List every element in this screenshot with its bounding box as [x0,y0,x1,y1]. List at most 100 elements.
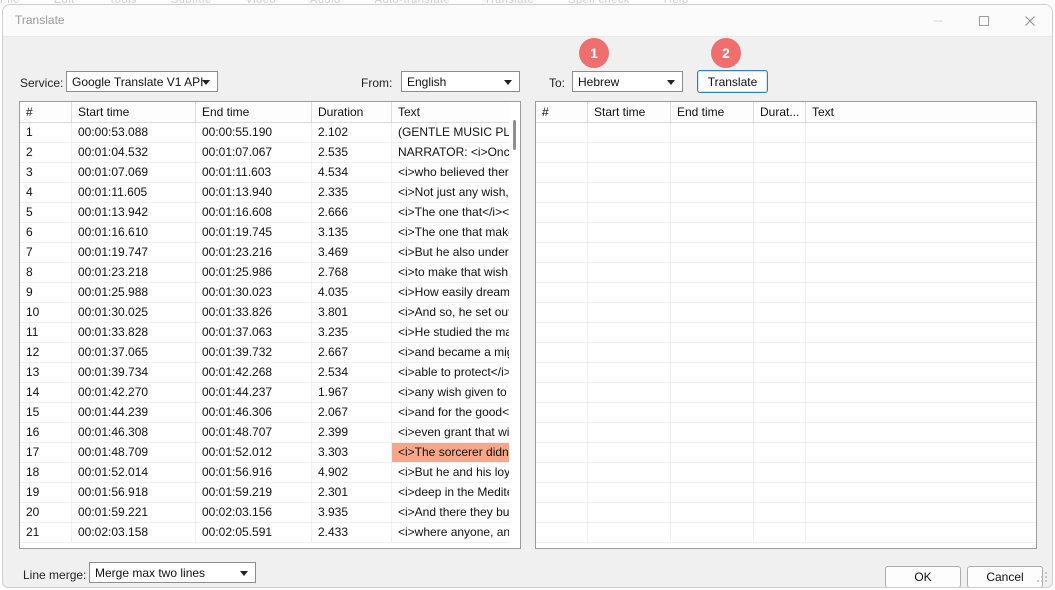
cell-text: <i>deep in the Mediter... [398,485,520,499]
table-row[interactable] [536,143,1036,163]
table-row[interactable]: 7 00:01:19.747 00:01:23.216 3.469 <i>But he … [20,243,520,263]
translate-button[interactable]: Translate [697,70,768,93]
service-select[interactable]: Google Translate V1 API [66,71,218,92]
source-table-body[interactable]: 1 00:00:53.088 00:00:55.190 2.102 (GENTLE MU… [20,123,520,548]
table-row[interactable] [536,523,1036,543]
minimize-icon [933,20,942,21]
table-row[interactable] [536,283,1036,303]
column-header-text[interactable]: Text [806,102,1036,123]
table-row[interactable]: 5 00:01:13.942 00:01:16.608 2.666 <i>The one… [20,203,520,223]
table-row[interactable]: 12 00:01:37.065 00:01:39.732 2.667 <i>and be… [20,343,520,363]
table-row[interactable] [536,223,1036,243]
column-header-durat-[interactable]: Durat... [754,102,806,123]
cell-empty [806,523,1036,542]
cell-end: 00:01:56.916 [196,463,312,482]
cell-empty [671,123,754,142]
close-button[interactable] [1007,5,1052,36]
table-row[interactable] [536,323,1036,343]
table-row[interactable]: 8 00:01:23.218 00:01:25.986 2.768 <i>to make… [20,263,520,283]
cell-empty [588,303,671,322]
table-row[interactable] [536,123,1036,143]
from-language-select[interactable]: English [401,71,520,92]
resize-grip[interactable] [1037,572,1049,584]
table-row[interactable] [536,463,1036,483]
table-row[interactable] [536,483,1036,503]
cell-empty [754,323,806,342]
cell-empty [536,303,588,322]
source-subtitle-table[interactable]: # Start time End time Duration Text 1 00:00:5… [19,101,521,549]
chevron-down-icon [202,80,210,85]
cell-dur: 3.935 [312,503,392,522]
cell-start: 00:01:42.270 [72,383,196,402]
table-row[interactable]: 18 00:01:52.014 00:01:56.916 4.902 <i>But he… [20,463,520,483]
target-subtitle-table[interactable]: # Start time End time Durat... Text [535,101,1037,549]
cell-dur: 2.768 [312,263,392,282]
cell-start: 00:01:56.918 [72,483,196,502]
cell-text: <i>any wish given to h... [398,385,520,399]
table-row[interactable] [536,443,1036,463]
to-language-select[interactable]: Hebrew [572,71,683,92]
cancel-button[interactable]: Cancel [967,566,1043,587]
table-row[interactable]: 21 00:02:03.158 00:02:05.591 2.433 <i>where … [20,523,520,543]
cell-empty [671,463,754,482]
table-row[interactable] [536,383,1036,403]
cell-empty [754,363,806,382]
table-row[interactable]: 3 00:01:07.069 00:01:11.603 4.534 <i>who bel… [20,163,520,183]
target-table-body[interactable] [536,123,1036,548]
table-row[interactable]: 10 00:01:30.025 00:01:33.826 3.801 <i>And so… [20,303,520,323]
table-row[interactable] [536,243,1036,263]
ok-button[interactable]: OK [885,566,961,587]
table-row[interactable]: 11 00:01:33.828 00:01:37.063 3.235 <i>He stu… [20,323,520,343]
cell-end: 00:01:44.237 [196,383,312,402]
minimize-button[interactable] [915,5,960,36]
table-row[interactable]: 16 00:01:46.308 00:01:48.707 2.399 <i>even g… [20,423,520,443]
table-row[interactable] [536,423,1036,443]
table-row[interactable]: 1 00:00:53.088 00:00:55.190 2.102 (GENTLE MU… [20,123,520,143]
translate-dialog: Translate Service: Google Translate V1 A… [2,4,1053,588]
table-row[interactable] [536,263,1036,283]
table-row[interactable] [536,363,1036,383]
table-row[interactable]: 14 00:01:42.270 00:01:44.237 1.967 <i>any wi… [20,383,520,403]
cell-end: 00:01:19.745 [196,223,312,242]
cell-end: 00:01:11.603 [196,163,312,182]
cell-text: (GENTLE MUSIC PLAYI... [398,125,520,139]
cell-dur: 2.102 [312,123,392,142]
column-header-end-time[interactable]: End time [671,102,754,123]
cell-empty [536,403,588,422]
cell-dur: 1.967 [312,383,392,402]
column-header-end-time[interactable]: End time [196,102,312,123]
cell-empty [806,303,1036,322]
table-row[interactable] [536,503,1036,523]
table-row[interactable]: 20 00:01:59.221 00:02:03.156 3.935 <i>And th… [20,503,520,523]
cell-empty [671,483,754,502]
cell-empty [536,183,588,202]
column-header-duration[interactable]: Duration [312,102,392,123]
maximize-button[interactable] [961,5,1006,36]
cell-empty [536,223,588,242]
table-row[interactable] [536,183,1036,203]
table-row[interactable] [536,303,1036,323]
cell-dur: 2.399 [312,423,392,442]
table-row[interactable]: 6 00:01:16.610 00:01:19.745 3.135 <i>The one… [20,223,520,243]
table-row[interactable] [536,203,1036,223]
table-row[interactable]: 2 00:01:04.532 00:01:07.067 2.535 NARRATOR: … [20,143,520,163]
table-row[interactable]: 17 00:01:48.709 00:01:52.012 3.303 <i>The so… [20,443,520,463]
table-row[interactable] [536,403,1036,423]
table-row[interactable]: 4 00:01:11.605 00:01:13.940 2.335 <i>Not jus… [20,183,520,203]
column-header--[interactable]: # [20,102,72,123]
column-header-text[interactable]: Text [392,102,520,123]
source-table-scrollbar[interactable] [509,102,520,548]
table-row[interactable] [536,343,1036,363]
cell-text: <i>to make that wish c... [398,265,520,279]
table-row[interactable]: 9 00:01:25.988 00:01:30.023 4.035 <i>How eas… [20,283,520,303]
table-row[interactable] [536,163,1036,183]
table-row[interactable]: 19 00:01:56.918 00:01:59.219 2.301 <i>deep i… [20,483,520,503]
column-header--[interactable]: # [536,102,588,123]
column-header-start-time[interactable]: Start time [72,102,196,123]
column-header-start-time[interactable]: Start time [588,102,671,123]
cell-empty [671,263,754,282]
table-row[interactable]: 15 00:01:44.239 00:01:46.306 2.067 <i>and fo… [20,403,520,423]
table-row[interactable]: 13 00:01:39.734 00:01:42.268 2.534 <i>able t… [20,363,520,383]
line-merge-select[interactable]: Merge max two lines [89,562,256,583]
source-scrollbar-thumb[interactable] [513,120,516,150]
